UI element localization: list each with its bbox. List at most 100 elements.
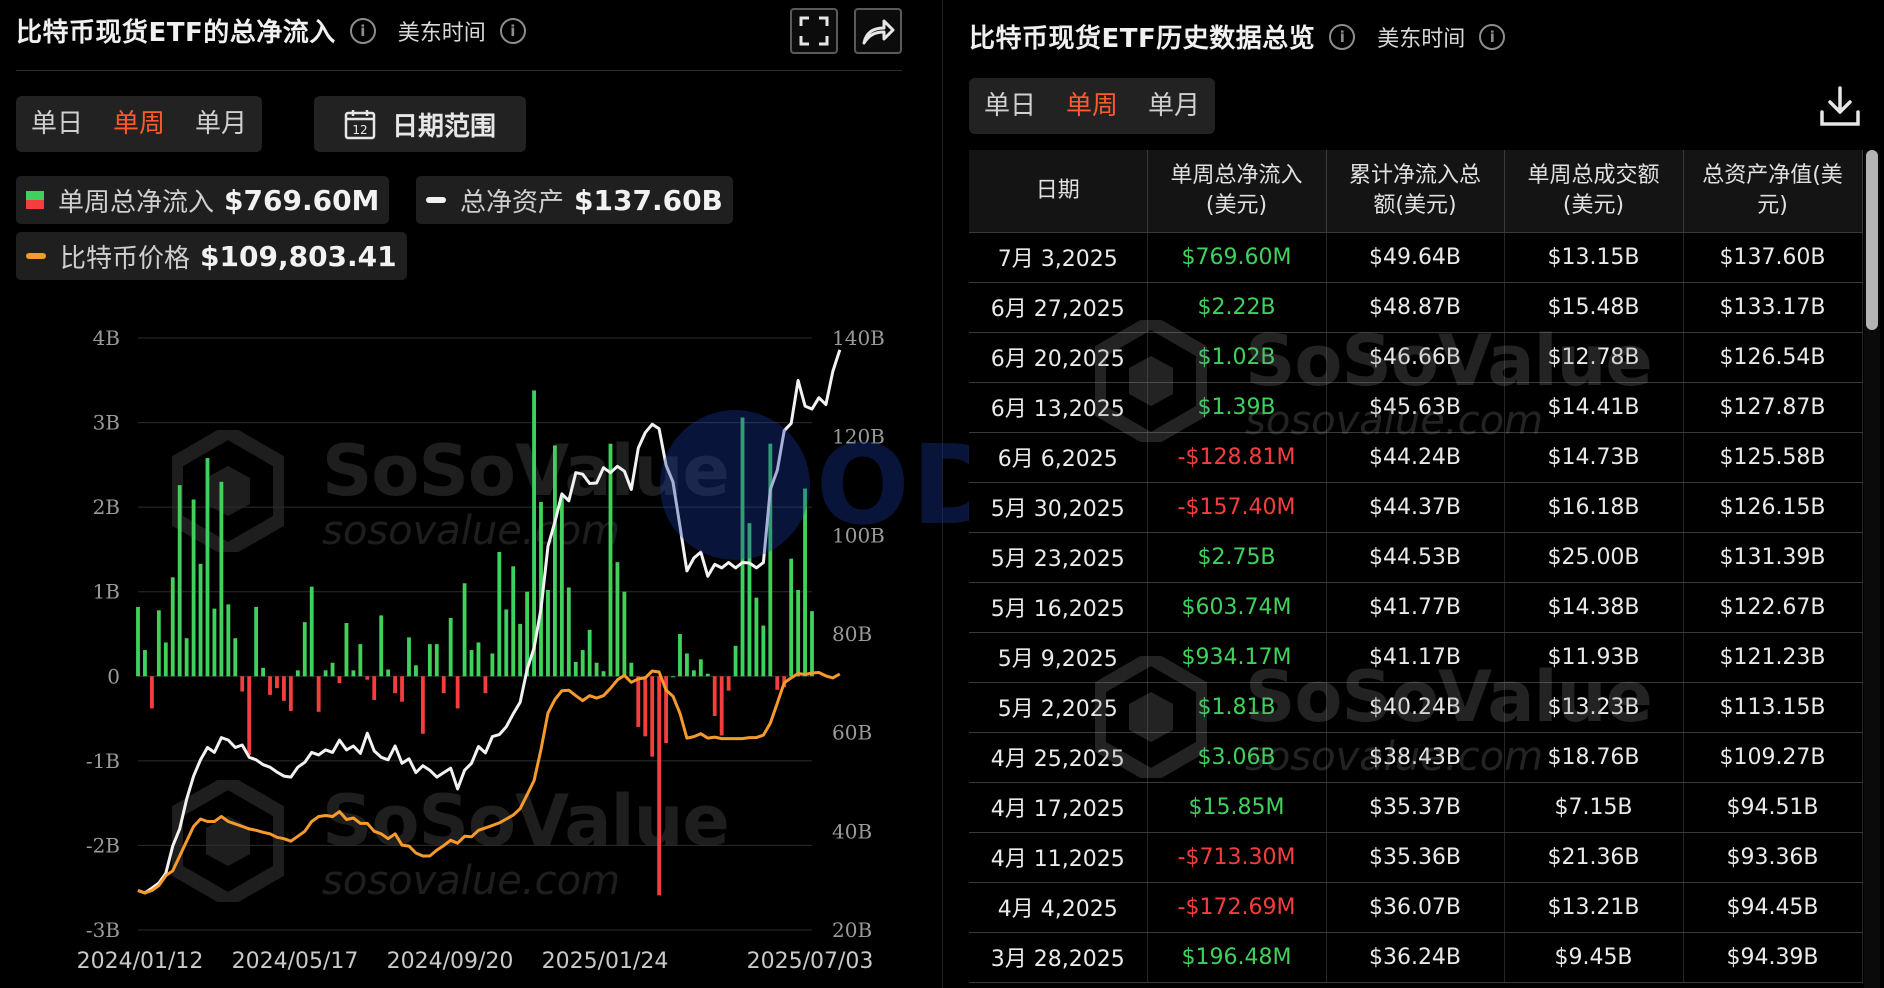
- calendar-day: 12: [352, 123, 367, 137]
- flow-bar: [434, 644, 439, 677]
- flow-bar: [566, 587, 571, 677]
- period-tabs: 单日 单周 单月: [16, 96, 263, 152]
- x-axis-tick: 2025/01/24: [542, 949, 669, 974]
- table-cell: $36.24B: [1326, 932, 1505, 983]
- column-header[interactable]: 总资产净值(美 元): [1683, 150, 1863, 233]
- flow-bar: [143, 650, 147, 677]
- period-tabs: 单日 单周 单月: [969, 78, 1216, 134]
- flow-bar: [226, 604, 231, 677]
- table-cell: $127.87B: [1683, 382, 1863, 433]
- flow-bar: [351, 670, 356, 677]
- table-cell: $13.15B: [1504, 232, 1684, 283]
- flow-bar: [490, 653, 495, 677]
- share-icon[interactable]: [854, 8, 902, 54]
- scrollbar-thumb[interactable]: [1866, 150, 1878, 330]
- flow-bar: [671, 676, 675, 678]
- table-cell: $1.81B: [1147, 682, 1327, 733]
- right-axis-tick: 100B: [832, 523, 885, 547]
- left-axis-tick: -1B: [86, 749, 120, 773]
- table-cell: 6月 13,2025: [969, 382, 1148, 433]
- flow-bar: [386, 669, 391, 677]
- flow-bar: [323, 670, 328, 677]
- tab-week[interactable]: 单周: [1051, 78, 1133, 134]
- column-header[interactable]: 单周总成交额 (美元): [1504, 150, 1684, 233]
- flow-bar: [372, 676, 377, 700]
- column-header[interactable]: 累计净流入总 额(美元): [1326, 150, 1505, 233]
- table-row[interactable]: 4月 17,2025 $15.85M $35.37B $7.15B $94.51B: [969, 782, 1863, 833]
- flow-bar: [462, 583, 467, 677]
- table-row[interactable]: 6月 6,2025 -$128.81M $44.24B $14.73B $125.58B: [969, 432, 1863, 483]
- fullscreen-icon[interactable]: [790, 8, 838, 54]
- tab-day[interactable]: 单日: [969, 78, 1051, 134]
- table-cell: $113.15B: [1683, 682, 1863, 733]
- info-icon[interactable]: i: [349, 17, 376, 44]
- table-row[interactable]: 5月 30,2025 -$157.40M $44.37B $16.18B $126.15…: [969, 482, 1863, 533]
- flow-bars: [136, 390, 814, 896]
- table-cell: $14.38B: [1504, 582, 1684, 633]
- date-range-button[interactable]: 12 日期范围: [314, 96, 527, 152]
- flow-bar: [546, 590, 550, 677]
- table-cell: $1.02B: [1147, 332, 1327, 383]
- table-cell: $934.17M: [1147, 632, 1327, 683]
- flow-bar: [691, 670, 696, 677]
- flow-bar: [685, 653, 689, 677]
- table-row[interactable]: 3月 28,2025 $196.48M $36.24B $9.45B $94.39B: [969, 932, 1863, 983]
- timezone-info-icon[interactable]: i: [499, 17, 526, 44]
- legend-price[interactable]: 比特币价格 $109,803.41: [16, 232, 407, 280]
- flow-bar: [775, 676, 780, 690]
- tab-month[interactable]: 单月: [1133, 78, 1215, 134]
- table-row[interactable]: 6月 20,2025 $1.02B $46.66B $12.78B $126.54B: [969, 332, 1863, 383]
- flow-bar: [469, 650, 474, 677]
- assets-line: [137, 349, 842, 895]
- table-cell: -$172.69M: [1147, 882, 1327, 933]
- table-row[interactable]: 4月 4,2025 -$172.69M $36.07B $13.21B $94.45B: [969, 882, 1863, 933]
- left-panel: 比特币现货ETF的总净流入 i 美东时间 i 单日 单周 单月 12 日期范围 …: [0, 0, 940, 988]
- price-legend-icon: [26, 253, 46, 259]
- download-icon[interactable]: [1818, 84, 1862, 128]
- table-row[interactable]: 4月 25,2025 $3.06B $38.43B $18.76B $109.27B: [969, 732, 1863, 783]
- left-axis-tick: -2B: [86, 833, 120, 857]
- legend-flow[interactable]: 单周总净流入 $769.60M: [16, 176, 390, 224]
- left-axis-tick: 3B: [93, 411, 120, 435]
- flow-bar: [719, 676, 724, 736]
- tab-day[interactable]: 单日: [16, 96, 98, 152]
- table-row[interactable]: 6月 27,2025 $2.22B $48.87B $15.48B $133.17B: [969, 282, 1863, 333]
- table-row[interactable]: 7月 3,2025 $769.60M $49.64B $13.15B $137.60B: [969, 232, 1863, 283]
- flow-bar: [705, 673, 710, 677]
- table-row[interactable]: 5月 23,2025 $2.75B $44.53B $25.00B $131.39B: [969, 532, 1863, 583]
- left-axis-tick: 4B: [93, 326, 120, 350]
- left-axis-ticks: 4B 3B 2B 1B 0 -1B -2B -3B: [86, 326, 120, 942]
- table-cell: $11.93B: [1504, 632, 1684, 683]
- legend-assets-label: 总净资产: [460, 187, 565, 218]
- flow-legend-icon: [26, 191, 44, 209]
- legend-assets[interactable]: 总净资产 $137.60B: [416, 176, 733, 224]
- table-cell: $7.15B: [1504, 782, 1684, 833]
- table-row[interactable]: 5月 9,2025 $934.17M $41.17B $11.93B $121.23B: [969, 632, 1863, 683]
- etf-flow-chart[interactable]: 4B 3B 2B 1B 0 -1B -2B -3B 140B 120B 100B 80B 60B 40B…: [0, 300, 940, 988]
- table-cell: $36.07B: [1326, 882, 1505, 933]
- flow-bar: [657, 676, 662, 896]
- flow-bar: [448, 617, 453, 677]
- table-row[interactable]: 5月 16,2025 $603.74M $41.77B $14.38B $122.67B: [969, 582, 1863, 633]
- tab-month[interactable]: 单月: [180, 96, 262, 152]
- table-cell: $44.37B: [1326, 482, 1505, 533]
- flow-bar: [316, 676, 321, 712]
- table-row[interactable]: 4月 11,2025 -$713.30M $35.36B $21.36B $93.36B: [969, 832, 1863, 883]
- flow-bar: [136, 606, 140, 677]
- flow-bar: [163, 642, 168, 677]
- timezone-info-icon[interactable]: i: [1479, 23, 1506, 50]
- table-cell: $603.74M: [1147, 582, 1327, 633]
- tab-week[interactable]: 单周: [98, 96, 180, 152]
- table-cell: $44.53B: [1326, 532, 1505, 583]
- flow-bar: [511, 566, 516, 677]
- info-icon[interactable]: i: [1329, 23, 1356, 50]
- table-cell: 4月 17,2025: [969, 782, 1148, 833]
- column-header[interactable]: 日期: [969, 150, 1148, 233]
- column-header[interactable]: 单周总净流入 (美元): [1147, 150, 1327, 233]
- table-cell: 7月 3,2025: [969, 232, 1148, 283]
- table-row[interactable]: 5月 2,2025 $1.81B $40.24B $13.23B $113.15B: [969, 682, 1863, 733]
- table-header-row: 日期 单周总净流入 (美元) 累计净流入总 额(美元) 单周总成交额 (美元) 总资产净值(美…: [969, 150, 1863, 233]
- flow-bar: [184, 638, 189, 677]
- table-row[interactable]: 6月 13,2025 $1.39B $45.63B $14.41B $127.87B: [969, 382, 1863, 433]
- table-cell: $49.64B: [1326, 232, 1505, 283]
